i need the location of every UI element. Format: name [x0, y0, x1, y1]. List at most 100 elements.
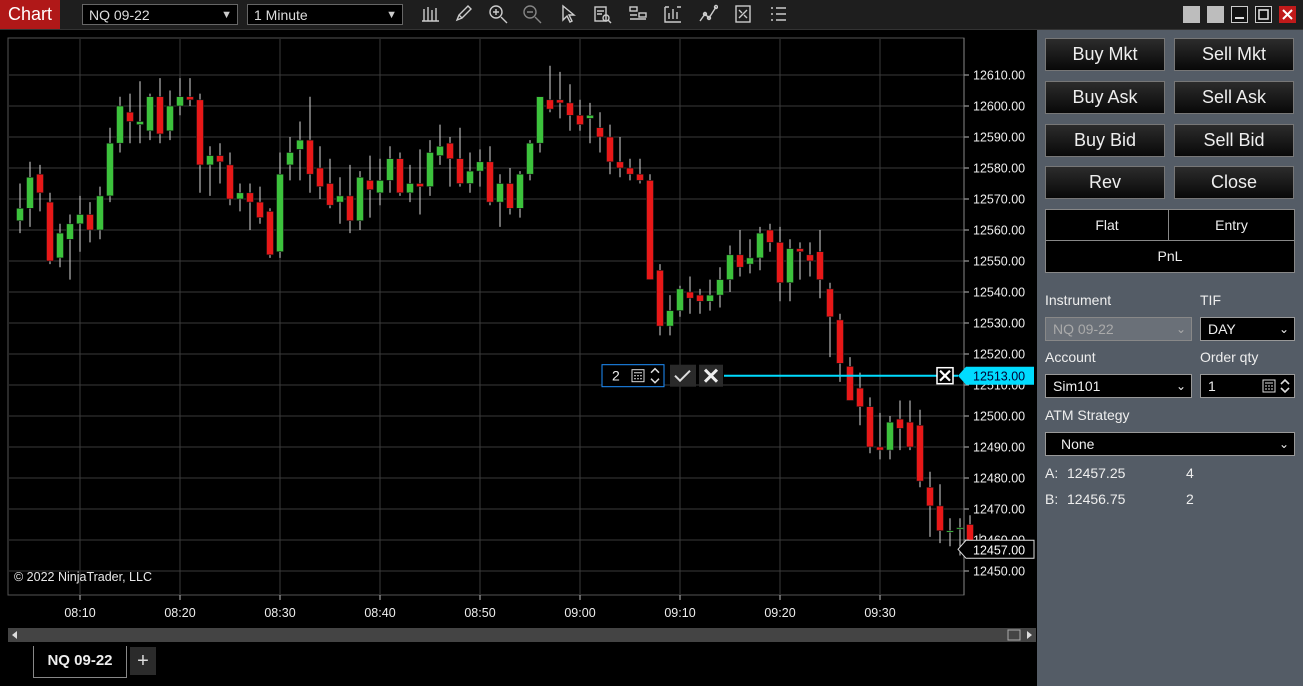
add-tab-button[interactable]: +	[130, 647, 156, 675]
candle-body	[476, 161, 484, 172]
tif-label: TIF	[1200, 292, 1221, 308]
order-qty-field[interactable]: 1	[1200, 374, 1295, 398]
interval-selector[interactable]: 1 Minute ▼	[247, 4, 403, 25]
pointer-icon[interactable]	[555, 3, 579, 25]
window-link-icon[interactable]	[1207, 6, 1224, 23]
data-box-icon[interactable]	[590, 3, 614, 25]
strategies-icon[interactable]	[696, 3, 720, 25]
atm-strategy-value: None	[1061, 436, 1095, 452]
candle-body	[776, 242, 784, 283]
bars-type-icon[interactable]	[418, 3, 442, 25]
x-tick-label: 09:30	[864, 606, 895, 620]
close-icon[interactable]	[1279, 6, 1296, 23]
tif-select[interactable]: DAY ⌄	[1200, 317, 1295, 341]
minimize-icon[interactable]	[1231, 6, 1248, 23]
candle-body	[836, 319, 844, 364]
chevron-down-icon: ⌄	[1278, 437, 1289, 451]
templates-icon[interactable]	[766, 3, 790, 25]
horizontal-scrollbar[interactable]	[8, 628, 1036, 642]
zoom-in-icon[interactable]	[486, 3, 510, 25]
instrument-field: NQ 09-22 ⌄	[1045, 317, 1192, 341]
candle-body	[526, 142, 534, 175]
x-tick-label: 08:50	[464, 606, 495, 620]
candle-body	[466, 170, 474, 184]
interval-selector-value: 1 Minute	[254, 7, 308, 23]
candle-body	[316, 167, 324, 187]
calculator-icon[interactable]	[1262, 379, 1276, 393]
candle-body	[376, 180, 384, 194]
scroll-left-icon	[12, 631, 17, 639]
candle-body	[236, 192, 244, 200]
order-price-label: 12513.00	[973, 370, 1025, 384]
candle-body	[436, 146, 444, 156]
candle-body	[456, 158, 464, 184]
candle-body	[166, 105, 174, 132]
candle-body	[946, 530, 954, 533]
buy-ask-button[interactable]: Buy Ask	[1045, 81, 1165, 114]
y-tick-label: 12550.00	[973, 255, 1025, 269]
candle-body	[826, 288, 834, 318]
candle-body	[676, 288, 684, 311]
indicators-icon[interactable]	[731, 3, 755, 25]
candle-body	[256, 201, 264, 218]
candle-body	[796, 248, 804, 253]
candle-body	[766, 229, 774, 243]
draw-pencil-icon[interactable]	[451, 3, 475, 25]
window-style-icon[interactable]	[1183, 6, 1200, 23]
x-tick-label: 08:10	[64, 606, 95, 620]
candle-body	[806, 254, 814, 262]
candle-body	[126, 111, 134, 122]
order-qty-label: Order qty	[1200, 349, 1259, 365]
candle-body	[816, 251, 824, 280]
candle-body	[206, 155, 214, 166]
sell-ask-button[interactable]: Sell Ask	[1174, 81, 1294, 114]
candle-body	[896, 418, 904, 429]
candle	[526, 140, 534, 181]
bid-price: 12456.75	[1067, 491, 1126, 507]
atm-strategy-select[interactable]: None ⌄	[1045, 432, 1295, 456]
instrument-selector[interactable]: NQ 09-22 ▼	[82, 4, 238, 25]
x-tick-label: 08:40	[364, 606, 395, 620]
rev-button[interactable]: Rev	[1045, 166, 1165, 199]
sell-bid-button[interactable]: Sell Bid	[1174, 124, 1294, 157]
tab-nq-09-22[interactable]: NQ 09-22	[33, 646, 127, 678]
candle-body	[156, 96, 164, 135]
candlestick-chart[interactable]: 08:10 08:20 08:30 08:40 08:50 09:00 09:10 09:20…	[0, 30, 1037, 628]
candle-body	[46, 201, 54, 262]
spinner-icon[interactable]	[1279, 377, 1291, 395]
candle-body	[76, 214, 84, 225]
chart-area[interactable]: 08:10 08:20 08:30 08:40 08:50 09:00 09:10 09:20…	[0, 30, 1037, 645]
x-tick-label: 08:20	[164, 606, 195, 620]
bid-size: 2	[1186, 491, 1194, 507]
candle-body	[366, 180, 374, 190]
candle-body	[536, 96, 544, 144]
maximize-icon[interactable]	[1255, 6, 1272, 23]
candle-body	[336, 195, 344, 203]
candle-body	[36, 173, 44, 194]
candle-body	[736, 254, 744, 268]
candle-body	[596, 127, 604, 138]
account-select[interactable]: Sim101 ⌄	[1045, 374, 1192, 398]
scroll-thumb-icon	[1007, 629, 1021, 641]
tif-select-value: DAY	[1208, 321, 1236, 337]
candle-body	[196, 99, 204, 166]
candle-body	[446, 142, 454, 159]
ask-label: A:	[1045, 465, 1059, 481]
pnl-cell: PnL	[1045, 240, 1295, 273]
candle-body	[116, 105, 124, 144]
candle	[396, 152, 404, 196]
zoom-out-icon[interactable]	[520, 3, 544, 25]
buy-mkt-button[interactable]: Buy Mkt	[1045, 38, 1165, 71]
buy-bid-button[interactable]: Buy Bid	[1045, 124, 1165, 157]
candle-body	[906, 421, 914, 448]
candle-body	[756, 232, 764, 259]
close-button[interactable]: Close	[1174, 166, 1294, 199]
candle-body	[496, 183, 504, 203]
y-tick-label: 12540.00	[973, 286, 1025, 300]
properties-icon[interactable]	[661, 3, 685, 25]
candle-body	[656, 270, 664, 327]
ask-size: 4	[1186, 465, 1194, 481]
sell-mkt-button[interactable]: Sell Mkt	[1174, 38, 1294, 71]
candle-body	[106, 142, 114, 197]
chart-trader-icon[interactable]	[626, 3, 650, 25]
